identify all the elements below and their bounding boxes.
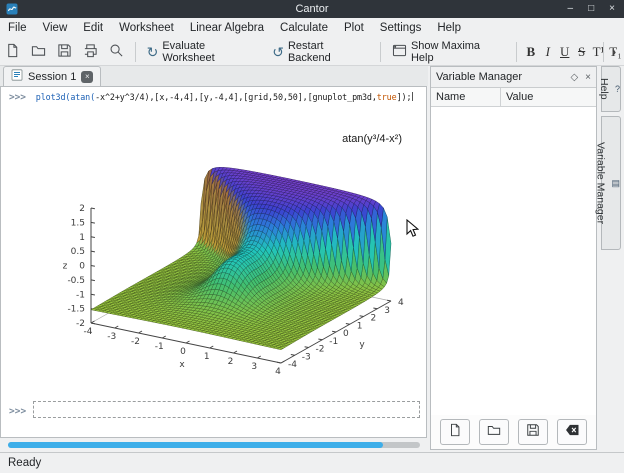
folder-icon — [487, 423, 501, 442]
save-variables-button[interactable] — [518, 419, 548, 445]
empty-command-entry[interactable] — [33, 401, 420, 418]
minimize-button[interactable]: – — [568, 0, 574, 18]
italic-button[interactable]: I — [539, 41, 556, 63]
progress-bar — [8, 442, 420, 448]
side-tab-variable-manager[interactable]: ▤ Variable Manager — [601, 116, 621, 250]
restart-backend-button[interactable]: ↺ Restart Backend — [266, 40, 375, 64]
menu-settings[interactable]: Settings — [372, 18, 430, 38]
evaluate-label: Evaluate Worksheet — [162, 40, 260, 64]
restart-icon: ↺ — [272, 45, 284, 59]
panel-header: Variable Manager ◇ × — [431, 67, 596, 88]
statusbar: Ready — [0, 452, 624, 472]
menu-help[interactable]: Help — [429, 18, 469, 38]
save-icon — [526, 423, 540, 442]
command-segment: plot3d( — [36, 92, 71, 102]
menu-edit[interactable]: Edit — [75, 18, 111, 38]
tab-label: Session 1 — [28, 71, 76, 83]
load-variables-button[interactable] — [479, 419, 509, 445]
evaluate-worksheet-button[interactable]: ↻ Evaluate Worksheet — [141, 40, 267, 64]
new-worksheet-button[interactable] — [1, 40, 25, 64]
strikeout-button[interactable]: S — [573, 41, 590, 63]
save-icon — [57, 43, 72, 61]
plot3d-canvas — [51, 111, 431, 403]
menu-file[interactable]: File — [0, 18, 35, 38]
worksheet: >>> plot3d(atan(-x^2+y^3/4),[x,-4,4],[y,… — [0, 86, 427, 438]
print-button[interactable] — [79, 40, 103, 64]
menu-calculate[interactable]: Calculate — [272, 18, 336, 38]
plot-title: atan(y³/4-x²) — [342, 133, 402, 145]
toolbar-overflow-button[interactable]: › — [606, 42, 622, 62]
command-segment: true — [377, 92, 397, 102]
worksheet-icon — [11, 69, 23, 84]
tabbar: Session 1 × — [0, 66, 428, 86]
zoom-button[interactable] — [105, 40, 129, 64]
table-icon: ▤ — [611, 178, 620, 189]
progress-fill — [8, 442, 383, 448]
bold-button[interactable]: B — [522, 41, 539, 63]
variable-table-header: Name Value — [431, 88, 596, 107]
underline-button[interactable]: U — [556, 41, 573, 63]
command-prompt: >>> — [9, 92, 26, 103]
column-header-name[interactable]: Name — [431, 88, 501, 106]
command-segment: ]); — [397, 92, 412, 102]
toolbar: ↻ Evaluate Worksheet ↺ Restart Backend S… — [0, 38, 624, 66]
panel-footer — [431, 415, 596, 449]
command-segment: atan( — [70, 92, 95, 102]
tab-session-1[interactable]: Session 1 × — [3, 66, 101, 86]
variable-table-body — [431, 107, 596, 415]
maximize-button[interactable]: □ — [588, 0, 594, 18]
toolbar-separator — [603, 42, 604, 62]
panel-title: Variable Manager — [436, 71, 522, 83]
save-worksheet-button[interactable] — [53, 40, 77, 64]
printer-icon — [83, 43, 98, 61]
menu-worksheet[interactable]: Worksheet — [111, 18, 182, 38]
status-text: Ready — [8, 457, 41, 469]
menu-view[interactable]: View — [35, 18, 76, 38]
command-segment: -x^2+y^3/4),[x,-4,4],[y,-4,4],[grid,50,5… — [95, 92, 377, 102]
text-caret — [412, 92, 413, 101]
toolbar-separator — [516, 42, 517, 62]
menubar: File View Edit Worksheet Linear Algebra … — [0, 18, 624, 38]
command-entry[interactable]: >>> plot3d(atan(-x^2+y^3/4),[x,-4,4],[y,… — [9, 92, 422, 103]
evaluate-icon: ↻ — [147, 45, 159, 59]
restart-label: Restart Backend — [288, 40, 369, 64]
entry-prompt: >>> — [9, 406, 26, 417]
superscript-button[interactable]: T¹ — [590, 41, 607, 63]
help-icon: ? — [615, 84, 620, 94]
close-button[interactable]: × — [609, 0, 615, 18]
panel-close-icon[interactable]: × — [585, 72, 591, 83]
menu-linear-algebra[interactable]: Linear Algebra — [182, 18, 272, 38]
new-variable-button[interactable] — [440, 419, 470, 445]
titlebar: Cantor – □ × — [0, 0, 624, 18]
menu-plot[interactable]: Plot — [336, 18, 372, 38]
cantor-app-icon — [6, 3, 18, 15]
side-tab-label: Help — [598, 78, 610, 100]
window-title: Cantor — [0, 3, 624, 15]
open-folder-icon — [31, 43, 46, 61]
new-document-icon — [5, 43, 20, 61]
side-tab-help[interactable]: ? Help — [601, 66, 621, 112]
variable-manager-panel: Variable Manager ◇ × Name Value — [430, 66, 597, 450]
side-tab-label: Variable Manager — [594, 142, 606, 224]
new-document-icon — [448, 423, 462, 442]
empty-entry-row: >>> — [9, 401, 426, 419]
side-tab-strip: ? Help ▤ Variable Manager — [599, 66, 624, 452]
show-maxima-help-button[interactable]: Show Maxima Help — [386, 40, 511, 64]
help-window-icon — [392, 44, 407, 60]
progress-zone — [0, 438, 428, 452]
column-header-value[interactable]: Value — [501, 88, 538, 106]
toolbar-separator — [135, 42, 136, 62]
tab-close-icon[interactable]: × — [81, 71, 93, 83]
panel-float-icon[interactable]: ◇ — [570, 72, 578, 83]
toolbar-separator — [380, 42, 381, 62]
maxima-help-label: Show Maxima Help — [411, 40, 505, 64]
clear-backspace-icon — [565, 423, 580, 441]
open-worksheet-button[interactable] — [27, 40, 51, 64]
clear-variables-button[interactable] — [557, 419, 587, 445]
magnifier-icon — [109, 43, 124, 61]
